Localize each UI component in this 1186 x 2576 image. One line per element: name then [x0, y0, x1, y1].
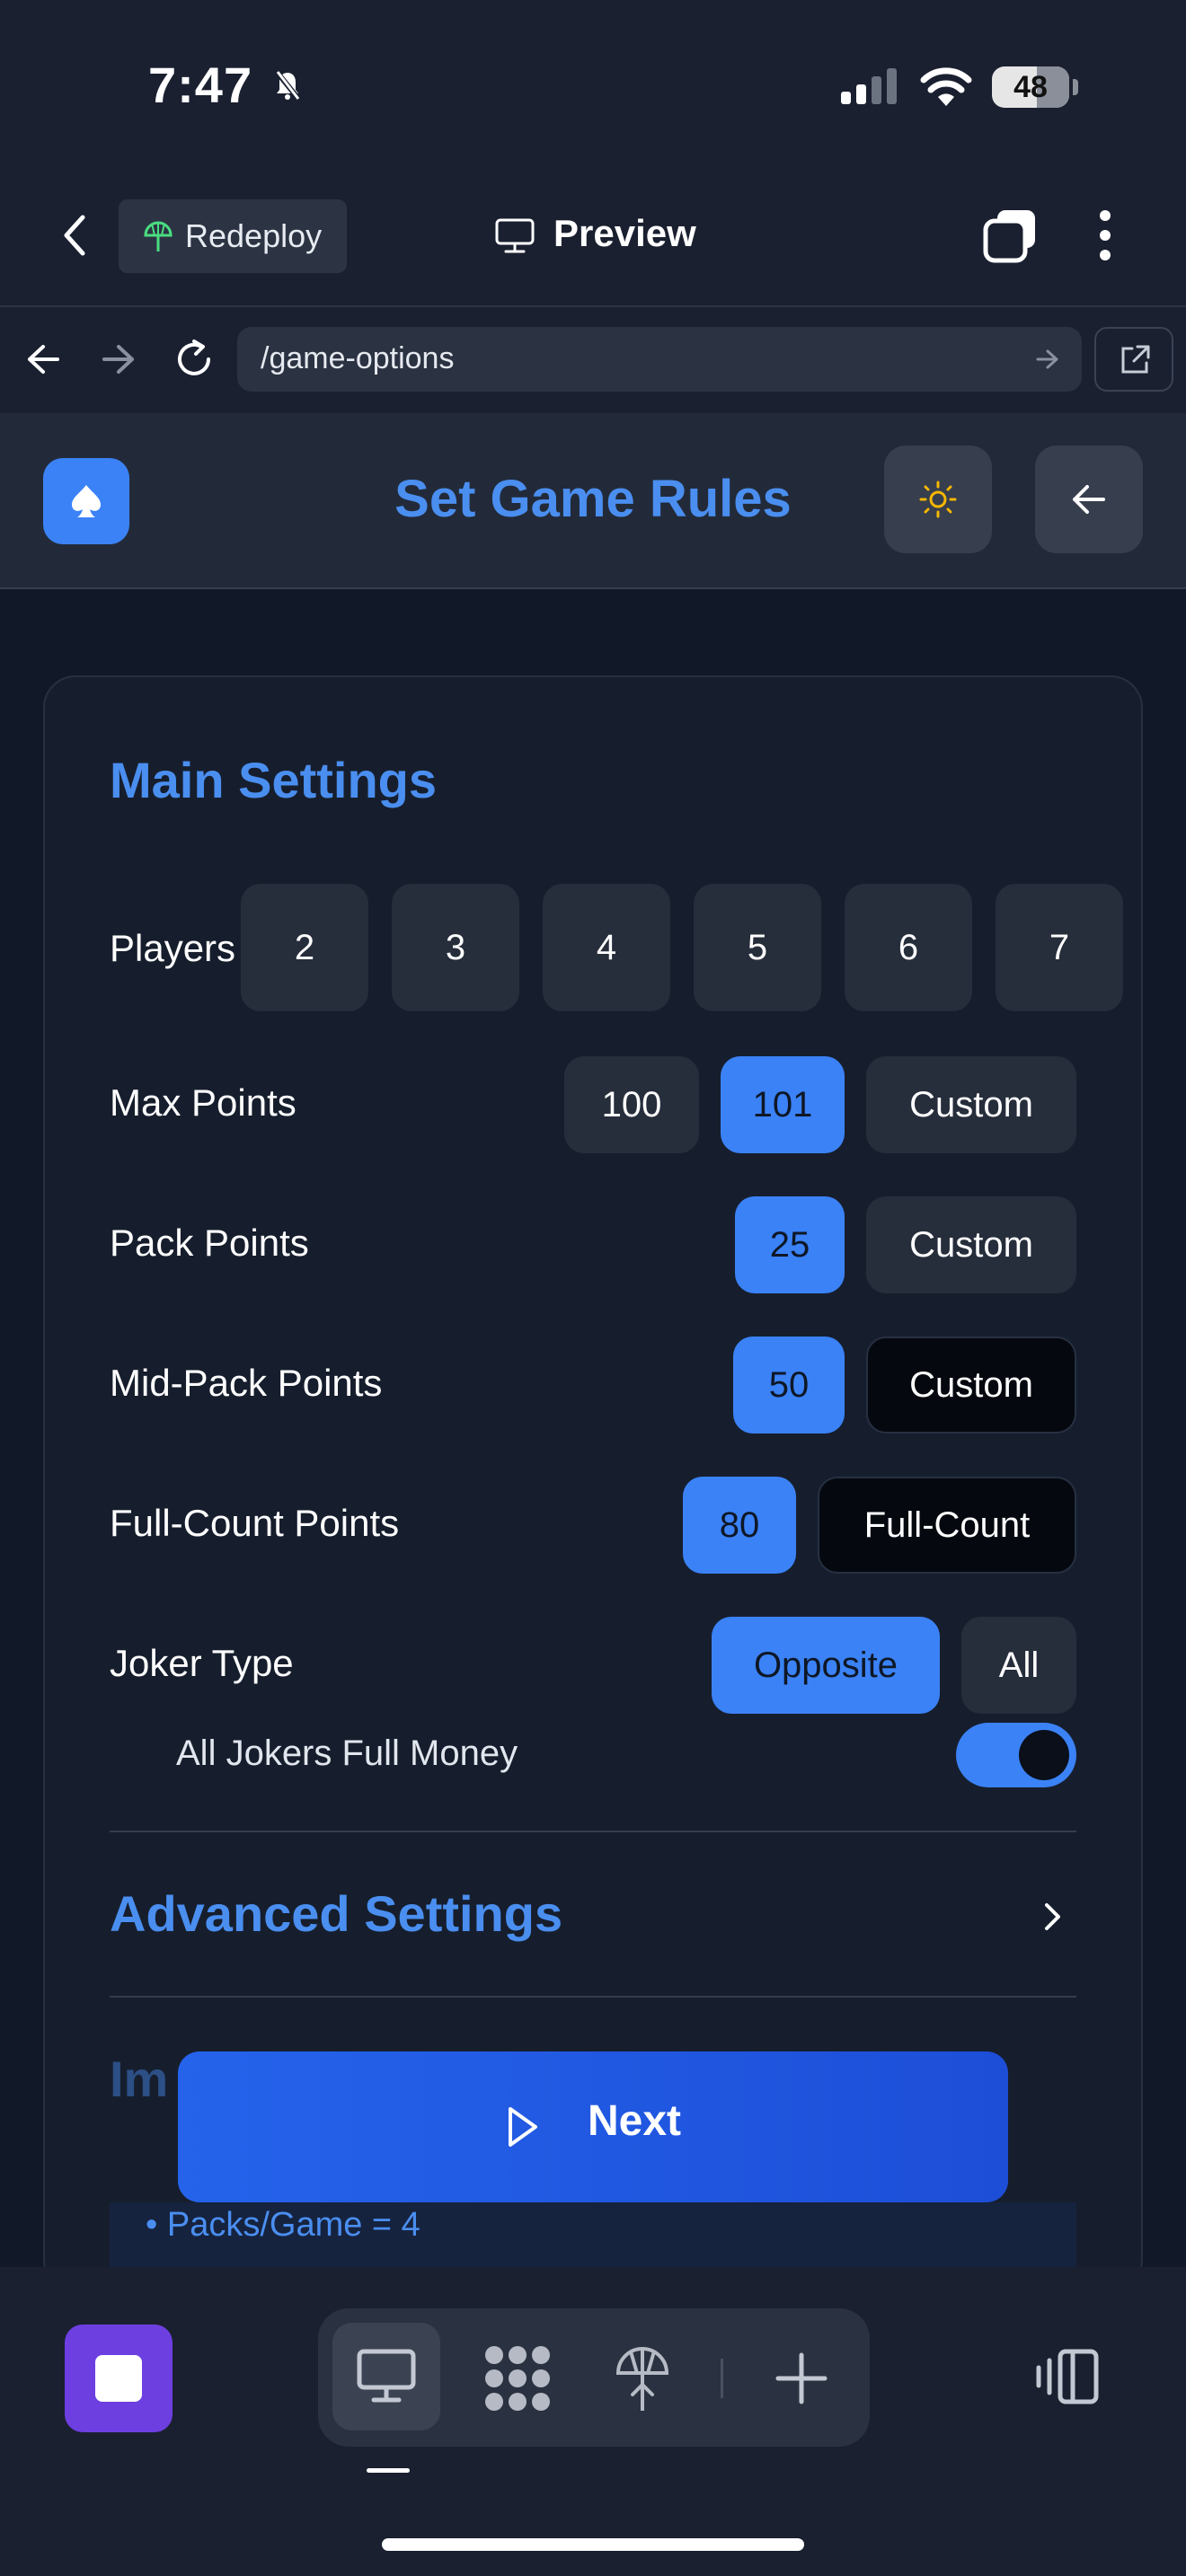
go-arrow-icon[interactable]: [1035, 348, 1060, 370]
app-logo: [43, 458, 129, 544]
pack-points-custom[interactable]: Custom: [866, 1196, 1076, 1293]
players-option[interactable]: 7: [996, 884, 1123, 1011]
chevron-right-icon[interactable]: [1042, 1901, 1064, 1933]
mid-pack-points-label: Mid-Pack Points: [110, 1362, 383, 1404]
sun-icon: [919, 481, 957, 518]
players-option[interactable]: 2: [241, 884, 368, 1011]
next-button[interactable]: Next: [178, 2051, 1008, 2202]
full-count-points-label: Full-Count Points: [110, 1502, 400, 1544]
all-jokers-full-money-toggle[interactable]: [956, 1723, 1076, 1787]
spade-icon: [72, 485, 101, 517]
home-indicator: [382, 2538, 804, 2551]
reload-icon[interactable]: [173, 338, 216, 381]
external-link-icon: [1121, 345, 1150, 374]
players-option[interactable]: 6: [845, 884, 972, 1011]
play-icon: [509, 2107, 537, 2147]
toggle-knob: [1019, 1730, 1069, 1780]
signal-icon: [841, 68, 897, 104]
active-tab-indicator: [367, 2468, 410, 2473]
info-box: • Packs/Game = 4: [110, 2202, 1076, 2267]
battery-level: 48: [1013, 70, 1048, 104]
full-count-option[interactable]: Full-Count: [818, 1477, 1076, 1574]
partial-section-title: Im: [110, 2051, 169, 2107]
redeploy-label: Redeploy: [185, 217, 323, 254]
battery-tip: [1073, 79, 1078, 95]
deploy-icon[interactable]: [615, 2342, 670, 2413]
theme-toggle-button[interactable]: [884, 446, 992, 553]
stop-icon: [95, 2355, 142, 2402]
players-option[interactable]: 3: [392, 884, 519, 1011]
divider: [110, 1831, 1076, 1832]
back-chevron-icon[interactable]: [58, 212, 93, 259]
players-label: Players: [110, 927, 236, 969]
arrow-left-icon: [1073, 485, 1105, 514]
info-line: • Packs/Game = 4: [146, 2206, 420, 2244]
max-points-option[interactable]: 100: [564, 1056, 699, 1153]
bell-muted-icon: [275, 70, 300, 101]
status-time: 7:47: [148, 57, 253, 113]
all-jokers-full-money-label: All Jokers Full Money: [176, 1734, 518, 1773]
nav-back-icon[interactable]: [25, 343, 61, 375]
separator: [721, 2359, 723, 2398]
plus-icon[interactable]: [774, 2351, 828, 2405]
pack-points-option-selected[interactable]: 25: [735, 1196, 845, 1293]
monitor-icon: [357, 2349, 416, 2403]
max-points-label: Max Points: [110, 1081, 296, 1124]
max-points-custom[interactable]: Custom: [866, 1056, 1076, 1153]
mid-pack-points-option-selected[interactable]: 50: [733, 1337, 845, 1434]
joker-type-option-selected[interactable]: Opposite: [712, 1617, 940, 1714]
players-option[interactable]: 5: [694, 884, 821, 1011]
next-label: Next: [588, 2097, 682, 2145]
back-button[interactable]: [1035, 446, 1143, 553]
url-text: /game-options: [261, 341, 455, 375]
players-option[interactable]: 4: [543, 884, 670, 1011]
url-input[interactable]: /game-options: [237, 327, 1082, 392]
mid-pack-points-custom[interactable]: Custom: [866, 1337, 1076, 1434]
max-points-option-selected[interactable]: 101: [721, 1056, 845, 1153]
joker-type-label: Joker Type: [110, 1642, 294, 1684]
redeploy-icon: [144, 221, 173, 251]
advanced-settings-title[interactable]: Advanced Settings: [110, 1884, 562, 1943]
nav-forward-icon[interactable]: [101, 343, 137, 375]
stop-button[interactable]: [65, 2325, 173, 2432]
dots-grid-icon[interactable]: [483, 2344, 552, 2413]
desktop-view-tab[interactable]: [332, 2323, 440, 2430]
tabs-icon[interactable]: [983, 208, 1039, 264]
wifi-icon: [920, 67, 972, 106]
open-external-button[interactable]: [1094, 327, 1173, 392]
preview-label[interactable]: Preview: [553, 212, 696, 255]
joker-type-all[interactable]: All: [961, 1617, 1076, 1714]
page-title: Set Game Rules: [394, 470, 792, 528]
redeploy-button[interactable]: Redeploy: [119, 199, 347, 273]
panel-layout-icon[interactable]: [1035, 2348, 1100, 2405]
more-vertical-icon[interactable]: [1096, 208, 1114, 262]
main-settings-title: Main Settings: [110, 752, 438, 808]
divider: [110, 1996, 1076, 1998]
full-count-points-option-selected[interactable]: 80: [683, 1477, 796, 1574]
view-switcher: [318, 2308, 870, 2447]
battery-icon: 48: [992, 66, 1069, 108]
monitor-icon: [495, 218, 535, 253]
pack-points-label: Pack Points: [110, 1222, 309, 1264]
